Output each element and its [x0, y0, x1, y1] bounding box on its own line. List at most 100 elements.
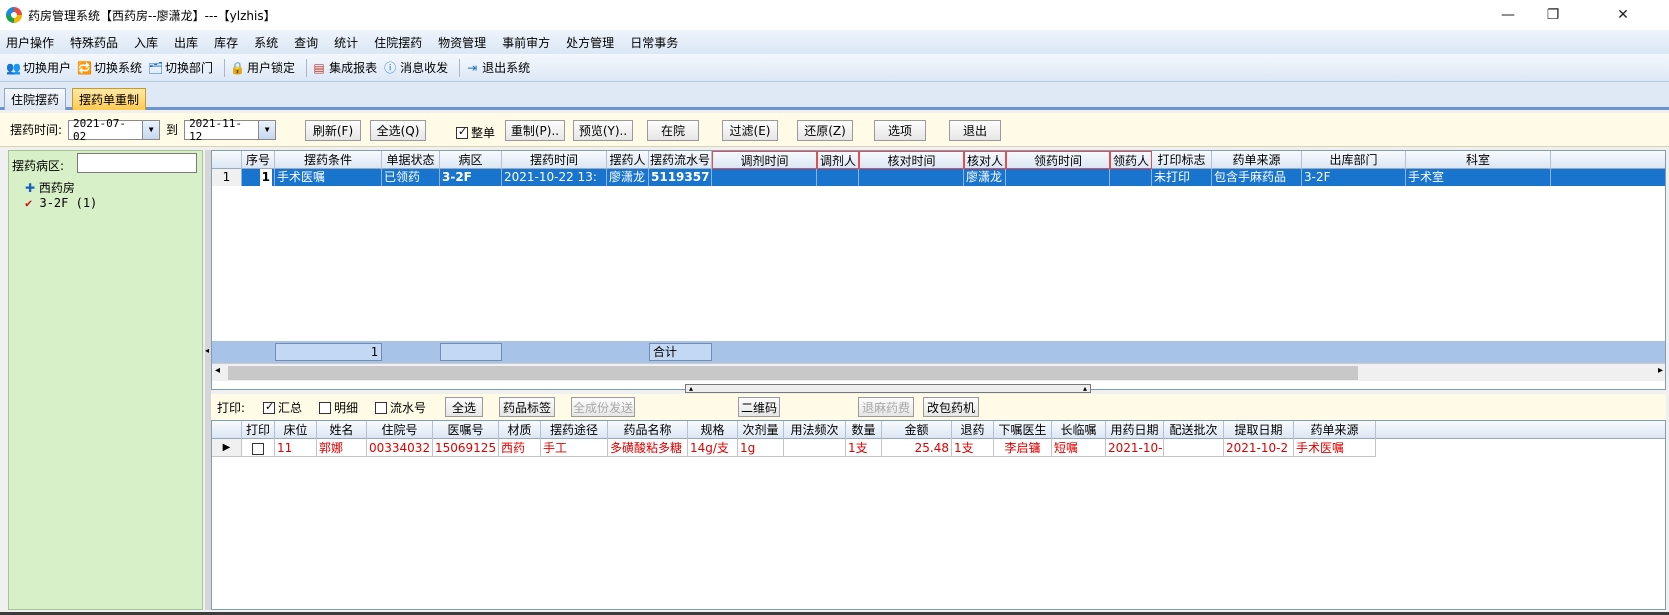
- menu-stock-in[interactable]: 入库: [134, 34, 158, 51]
- header-name[interactable]: 姓名: [317, 421, 367, 439]
- header-amount[interactable]: 金额: [882, 421, 952, 439]
- switch-user-button[interactable]: 👥 切换用户: [6, 59, 71, 76]
- header-dispenser[interactable]: 摆药人: [607, 151, 649, 169]
- header-source[interactable]: 药单来源: [1212, 151, 1302, 169]
- header-dose[interactable]: 次剂量: [738, 421, 784, 439]
- header-status[interactable]: 单据状态: [382, 151, 440, 169]
- report-button[interactable]: ▤ 集成报表: [312, 59, 377, 76]
- header-inpatient-no[interactable]: 住院号: [367, 421, 433, 439]
- restore-button[interactable]: ❐: [1530, 0, 1576, 30]
- header-out-dept[interactable]: 出库部门: [1302, 151, 1406, 169]
- checkbox-icon[interactable]: [319, 401, 331, 414]
- header-order-no[interactable]: 医嘱号: [433, 421, 499, 439]
- restore-filter-button[interactable]: 还原(Z): [797, 120, 853, 141]
- menu-user-ops[interactable]: 用户操作: [6, 34, 54, 51]
- chevron-down-icon[interactable]: ▼: [258, 120, 276, 139]
- header-receiver[interactable]: 领药人: [1110, 151, 1152, 169]
- summary-checkbox[interactable]: 汇总: [263, 399, 302, 416]
- header-route[interactable]: 摆药途径: [541, 421, 608, 439]
- horizontal-scrollbar[interactable]: ◂ ▸: [212, 363, 1665, 381]
- user-lock-button[interactable]: 🔒 用户锁定: [230, 59, 295, 76]
- menu-materials[interactable]: 物资管理: [438, 34, 486, 51]
- header-receive-time[interactable]: 领药时间: [1006, 151, 1110, 169]
- detail-checkbox[interactable]: 明细: [319, 399, 358, 416]
- header-print[interactable]: 打印: [242, 421, 275, 439]
- header-source[interactable]: 药单来源: [1294, 421, 1376, 439]
- tree-node-pharmacy[interactable]: ✚ 西药房: [25, 179, 75, 196]
- header-use-date[interactable]: 用药日期: [1106, 421, 1164, 439]
- menu-query[interactable]: 查询: [294, 34, 318, 51]
- scroll-right-icon[interactable]: ▸: [1658, 365, 1663, 376]
- close-button[interactable]: ✕: [1600, 0, 1646, 30]
- header-batch[interactable]: 配送批次: [1164, 421, 1224, 439]
- header-serial[interactable]: 摆药流水号: [649, 151, 712, 169]
- drug-label-button[interactable]: 药品标签: [499, 397, 555, 417]
- qrcode-button[interactable]: 二维码: [738, 397, 780, 417]
- exit-button[interactable]: 退出: [949, 120, 1001, 141]
- scroll-left-icon[interactable]: ◂: [215, 365, 220, 376]
- filter-button[interactable]: 过滤(E): [722, 120, 778, 141]
- date-to-picker[interactable]: 2021-11-12 ▼: [184, 117, 277, 143]
- options-button[interactable]: 选项: [874, 120, 926, 141]
- tree-node-ward[interactable]: ✔ 3-2F (1): [25, 196, 97, 210]
- switch-system-button[interactable]: 🔁 切换系统: [77, 59, 142, 76]
- date-from-picker[interactable]: 2021-07-02 ▼: [68, 117, 161, 143]
- menu-special-drugs[interactable]: 特殊药品: [70, 34, 118, 51]
- header-frequency[interactable]: 用法频次: [784, 421, 846, 439]
- menu-stock-out[interactable]: 出库: [174, 34, 198, 51]
- header-seq[interactable]: 序号: [242, 151, 275, 169]
- menu-inventory[interactable]: 库存: [214, 34, 238, 51]
- chevron-up-icon[interactable]: ▴: [1083, 385, 1087, 393]
- select-all-button[interactable]: 全选(Q): [370, 120, 426, 141]
- scrollbar-thumb[interactable]: [228, 366, 1358, 380]
- header-adjuster[interactable]: 调剂人: [817, 151, 859, 169]
- collapse-arrow-icon[interactable]: ◂: [205, 346, 209, 355]
- serial-checkbox[interactable]: 流水号: [375, 399, 426, 416]
- header-checker[interactable]: 核对人: [964, 151, 1006, 169]
- refresh-button[interactable]: 刷新(F): [305, 120, 361, 141]
- header-check-time[interactable]: 核对时间: [859, 151, 964, 169]
- header-dept[interactable]: 科室: [1406, 151, 1551, 169]
- send-ingredients-button[interactable]: 全成份发送: [571, 397, 635, 417]
- chevron-up-icon[interactable]: ▴: [689, 385, 693, 393]
- checkbox-icon[interactable]: [456, 125, 468, 139]
- horizontal-splitter[interactable]: ▴ ▴: [685, 384, 1091, 393]
- header-drug-name[interactable]: 药品名称: [608, 421, 688, 439]
- table-row[interactable]: 1 1 手术医嘱 已领药 3-2F 2021-10-22 13: 廖潇龙 511…: [212, 169, 1665, 186]
- header-quantity[interactable]: 数量: [846, 421, 882, 439]
- minimize-button[interactable]: —: [1485, 0, 1531, 30]
- remake-button[interactable]: 重制(P)..: [505, 120, 565, 141]
- header-ward[interactable]: 病区: [440, 151, 502, 169]
- table-row[interactable]: ▶ 11 郭娜 00334032 15069125 西药 手工 多磺酸粘多糖 1…: [212, 439, 1665, 457]
- menu-inpatient-dispense[interactable]: 住院摆药: [374, 34, 422, 51]
- plus-icon[interactable]: ✚: [25, 181, 35, 195]
- change-packer-button[interactable]: 改包药机: [923, 397, 979, 417]
- menu-daily-affairs[interactable]: 日常事务: [630, 34, 678, 51]
- tab-dispense-remake[interactable]: 摆药单重制: [72, 88, 147, 110]
- header-fetch-date[interactable]: 提取日期: [1224, 421, 1294, 439]
- header-bed[interactable]: 床位: [275, 421, 317, 439]
- header-dispense-time[interactable]: 摆药时间: [502, 151, 607, 169]
- header-return[interactable]: 退药: [952, 421, 994, 439]
- message-button[interactable]: ⓘ 消息收发: [383, 59, 448, 76]
- checkbox-icon[interactable]: [375, 401, 387, 414]
- checkbox-icon[interactable]: [263, 400, 275, 414]
- exit-system-button[interactable]: ⇥ 退出系统: [465, 59, 530, 76]
- ward-search-input[interactable]: [77, 153, 197, 173]
- chevron-down-icon[interactable]: ▼: [142, 120, 160, 139]
- preview-button[interactable]: 预览(Y)..: [573, 120, 633, 141]
- header-spec[interactable]: 规格: [688, 421, 738, 439]
- menu-prescription-review[interactable]: 事前审方: [502, 34, 550, 51]
- print-select-all-button[interactable]: 全选: [445, 397, 483, 417]
- header-condition[interactable]: 摆药条件: [275, 151, 382, 169]
- header-doctor[interactable]: 下嘱医生: [994, 421, 1052, 439]
- menu-prescription-mgmt[interactable]: 处方管理: [566, 34, 614, 51]
- header-material[interactable]: 材质: [499, 421, 541, 439]
- in-hospital-button[interactable]: 在院: [647, 120, 699, 141]
- menu-statistics[interactable]: 统计: [334, 34, 358, 51]
- tab-inpatient-dispense[interactable]: 住院摆药: [4, 88, 67, 110]
- menu-system[interactable]: 系统: [254, 34, 278, 51]
- header-order-type[interactable]: 长临嘱: [1052, 421, 1106, 439]
- refund-anesthesia-button[interactable]: 退麻药费: [858, 397, 914, 417]
- whole-order-checkbox[interactable]: 整单: [456, 124, 495, 141]
